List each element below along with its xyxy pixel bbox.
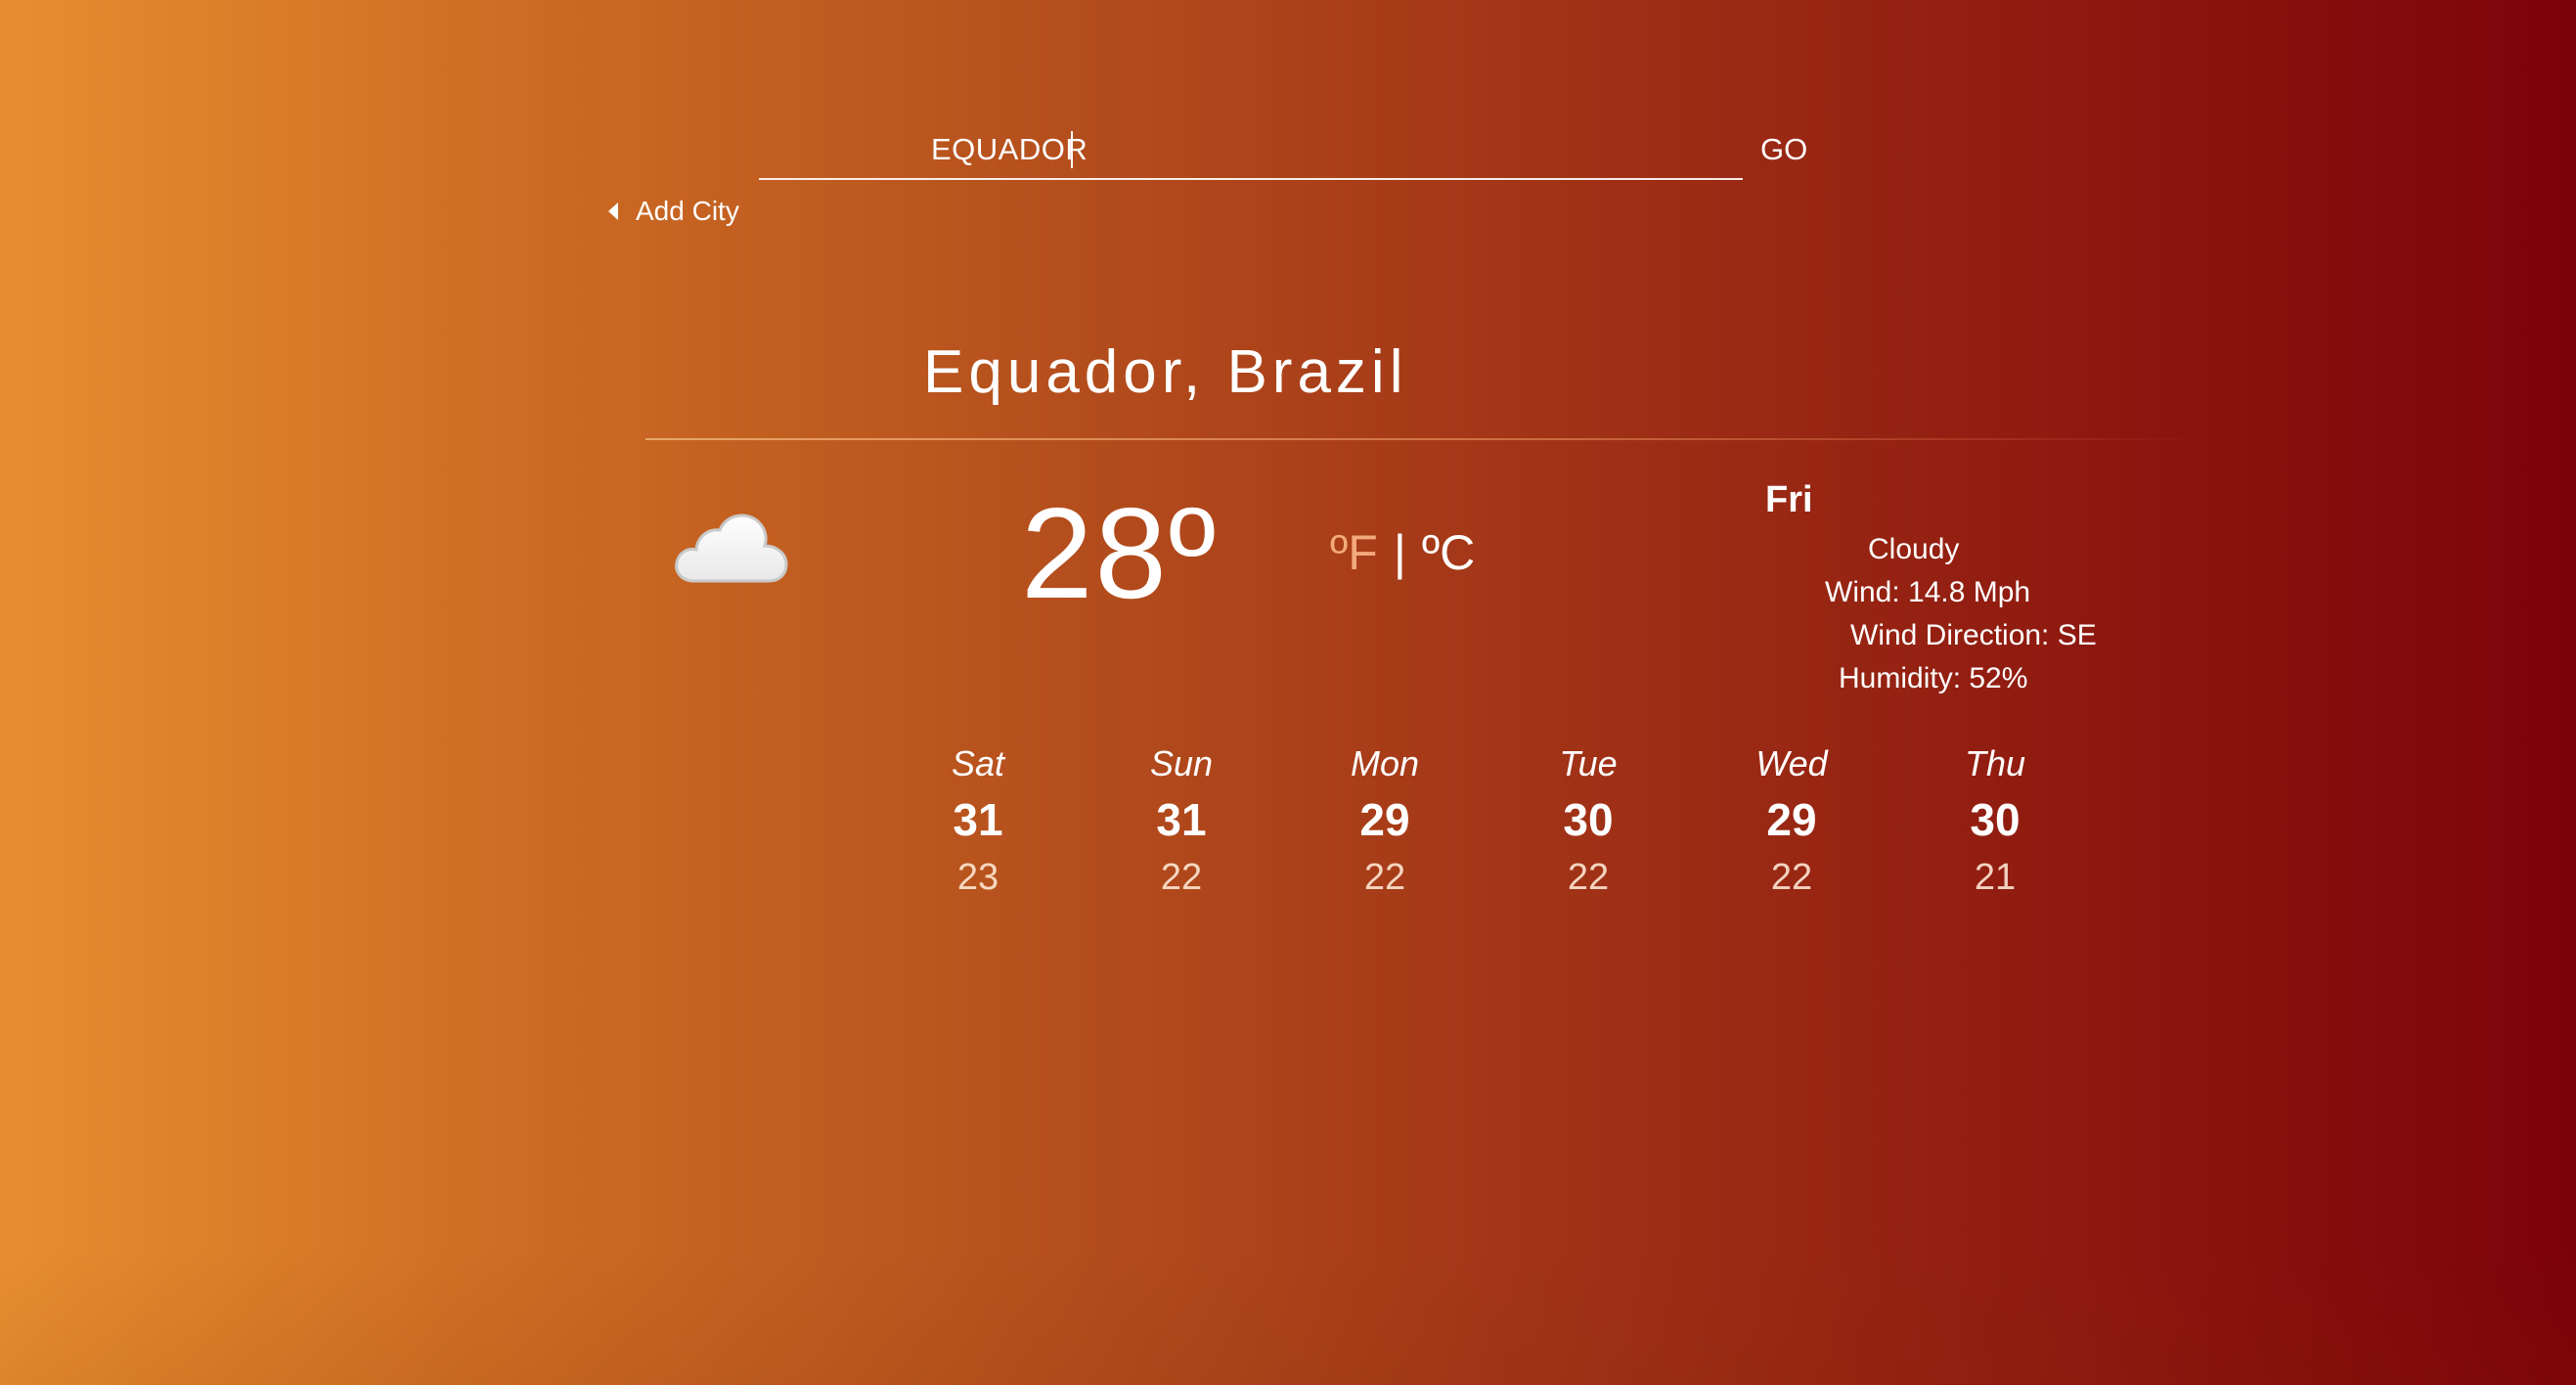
forecast-day-name: Thu [1964,743,2026,783]
unit-toggle: ºF | ºC [1330,524,1475,581]
forecast-high: 31 [1156,794,1207,845]
celsius-toggle[interactable]: ºC [1422,524,1475,581]
unit-separator: | [1393,525,1406,580]
forecast-day: Tue 30 22 [1520,739,1657,904]
weather-condition: Cloudy [1868,533,1960,565]
wind-speed: Wind: 14.8 Mph [1825,576,2031,608]
current-day: Fri [1765,479,1813,520]
cloud-icon [675,514,788,583]
forecast-low: 21 [1974,857,2017,898]
city-title: Equador, Brazil [923,338,1408,406]
city-search-input[interactable] [759,121,1743,178]
forecast-low: 22 [1567,857,1610,898]
forecast-low: 22 [1363,857,1406,898]
forecast-high: 30 [1970,794,2021,845]
current-temperature: 28º [1021,481,1219,625]
forecast-day-name: Tue [1559,743,1618,783]
fahrenheit-toggle[interactable]: ºF [1330,524,1378,581]
forecast-day: Mon 29 22 [1316,739,1453,904]
forecast-day: Sat 31 23 [910,739,1046,904]
forecast-high: 29 [1359,794,1410,845]
add-city-label: Add City [636,196,739,226]
forecast-day-name: Wed [1755,743,1828,783]
add-city-link[interactable]: Add City [608,194,739,229]
caret-left-icon [608,202,618,220]
go-button[interactable]: GO [1760,127,1807,172]
forecast-day-name: Mon [1350,743,1420,783]
forecast-low: 22 [1770,857,1813,898]
city-search-bar [759,121,1743,180]
forecast-day: Thu 30 21 [1927,739,2064,904]
wind-direction: Wind Direction: SE [1850,619,2097,651]
forecast-low: 23 [956,857,999,898]
text-cursor [1071,131,1073,168]
forecast-high: 29 [1766,794,1817,845]
humidity: Humidity: 52% [1839,662,2028,694]
forecast-day-name: Sat [951,743,1005,783]
forecast-day-name: Sun [1149,743,1214,783]
forecast-day: Wed 29 22 [1723,739,1860,904]
forecast-strip: Sat 31 23 Sun 31 22 Mon 29 22 Tue 30 22 … [910,739,2132,916]
forecast-high: 31 [953,794,1003,845]
background-vignette [0,1248,2576,1385]
forecast-low: 22 [1160,857,1203,898]
forecast-day: Sun 31 22 [1113,739,1250,904]
forecast-high: 30 [1563,794,1614,845]
title-divider [645,438,2195,440]
